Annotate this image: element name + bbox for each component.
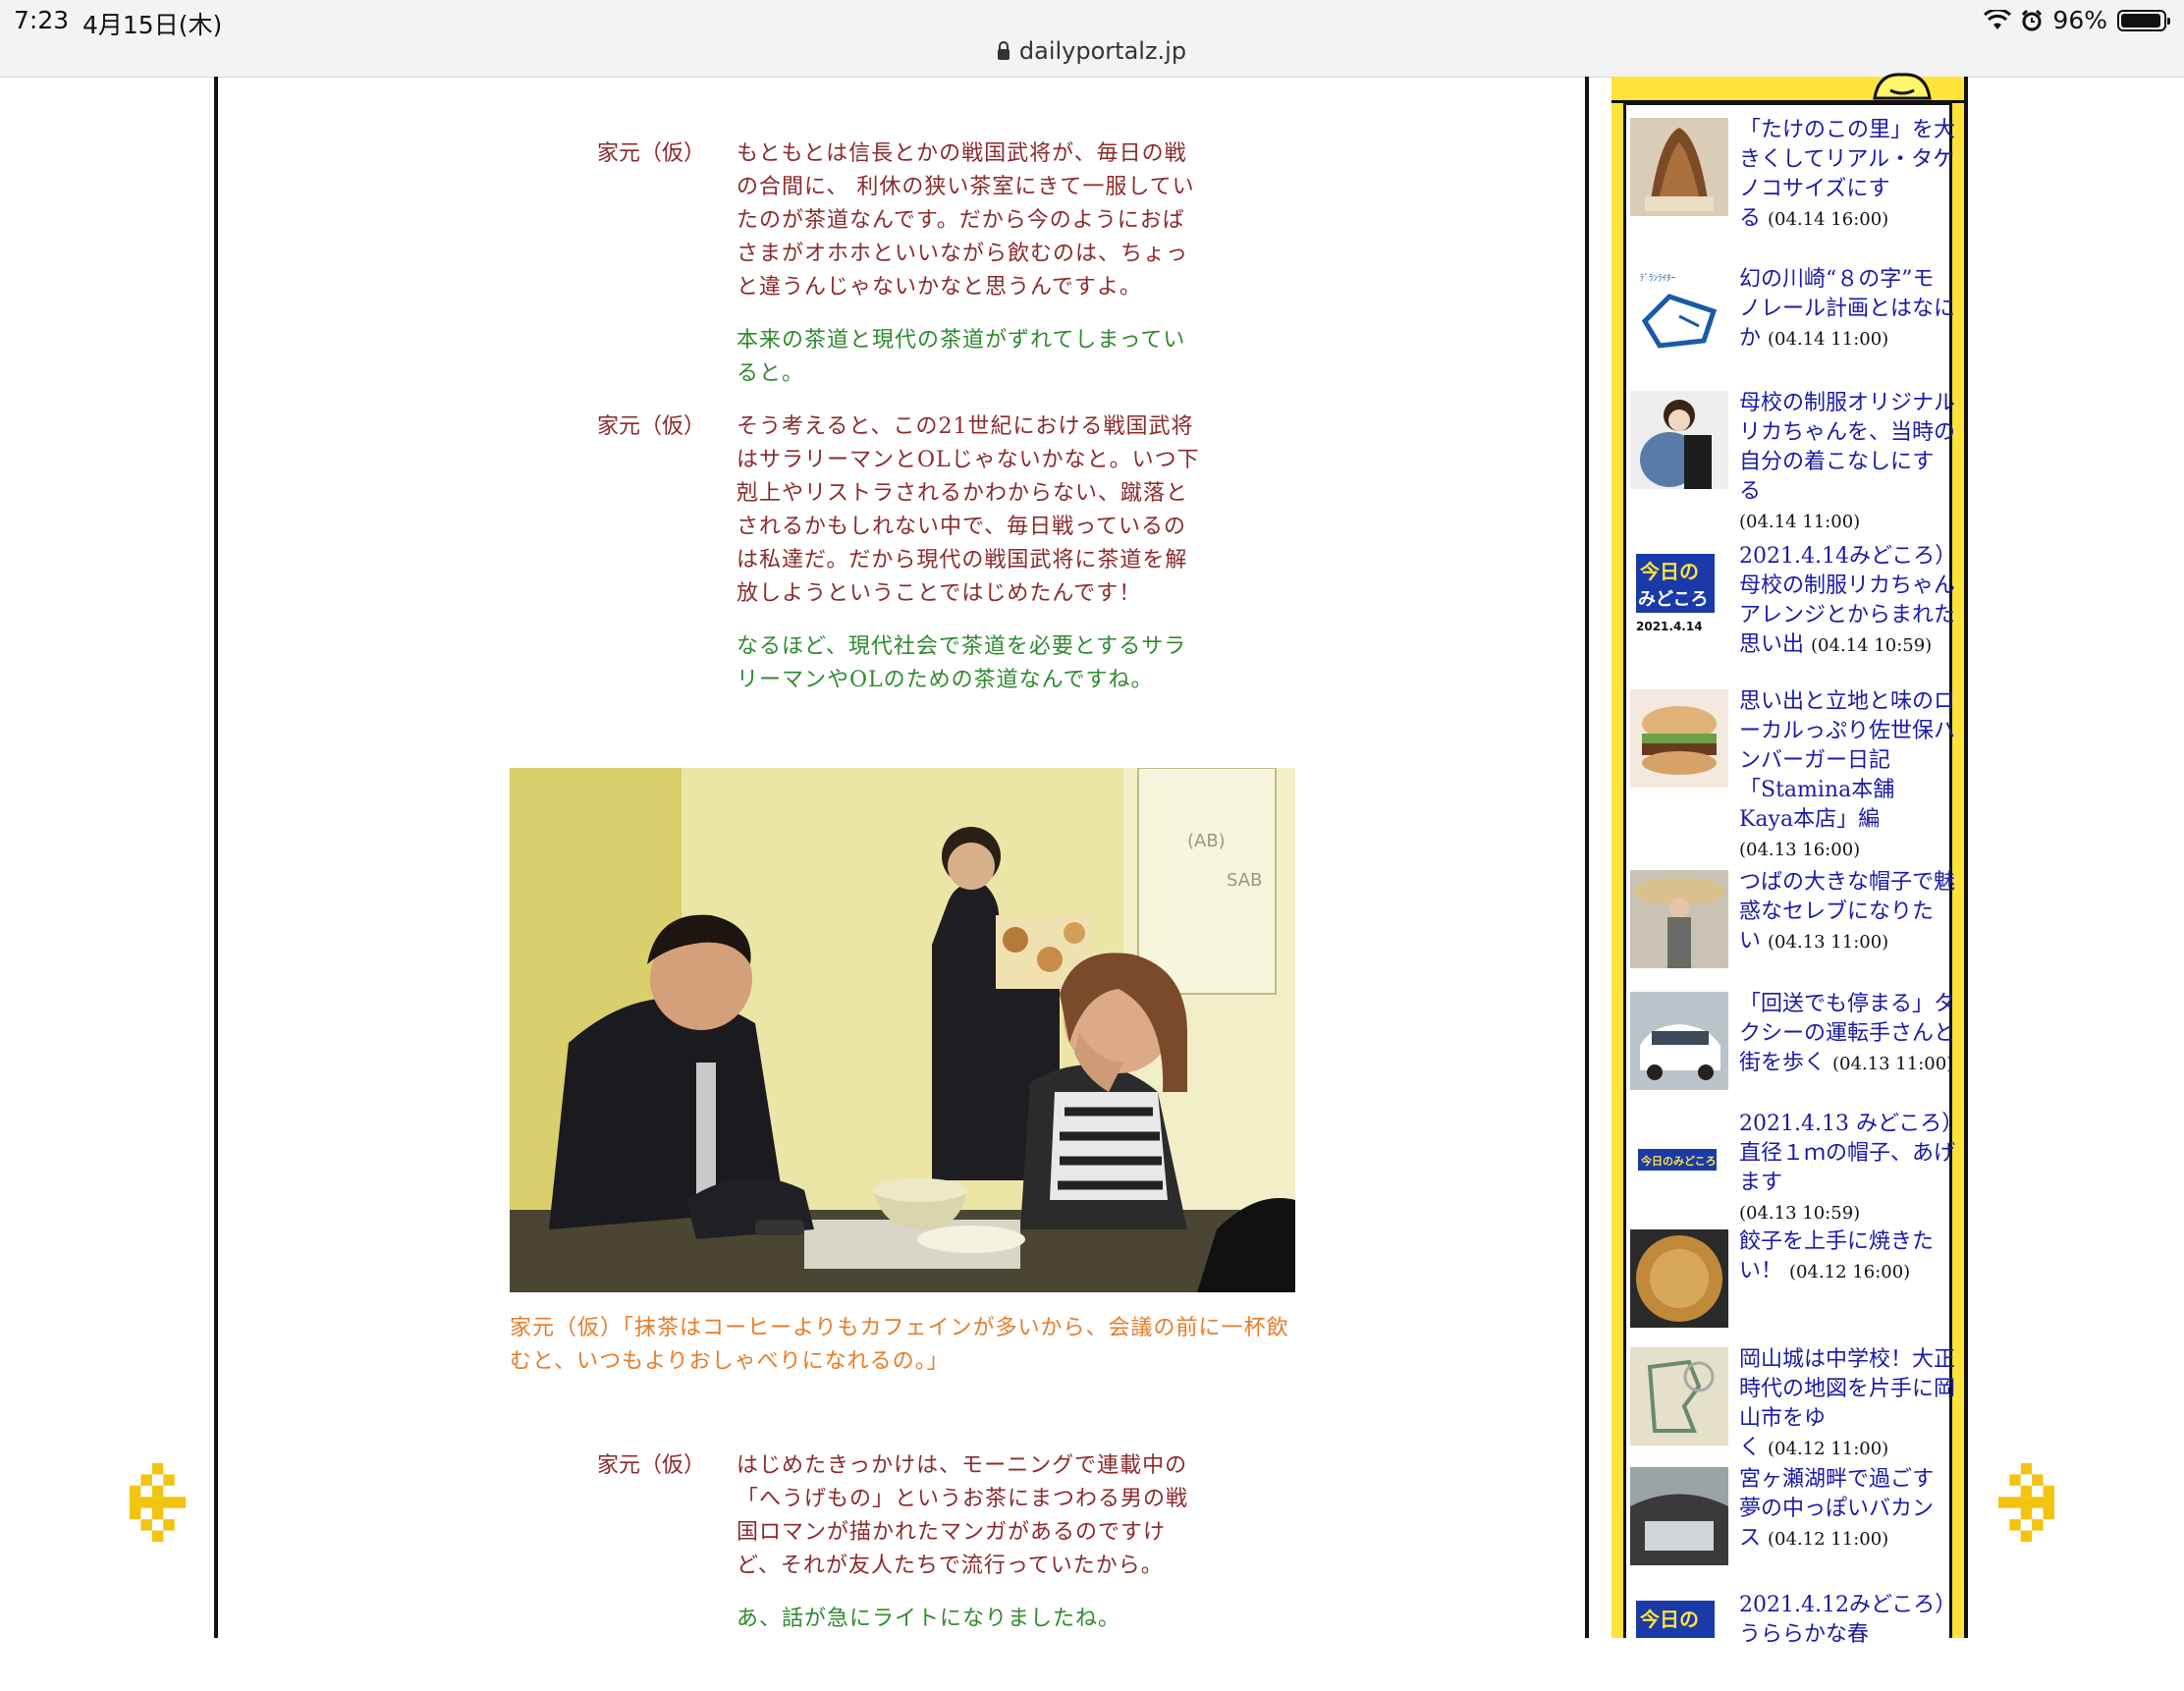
url-text: dailyportalz.jp (1018, 37, 1187, 65)
sidebar-item-title: 2021.4.12みどころ）うららかな春 (1739, 1593, 1946, 1647)
thumbnail-hat (1630, 870, 1728, 968)
alarm-icon (2022, 9, 2043, 30)
today-date: 2021.4.14 (1636, 620, 1703, 633)
thumbnail-takenoko (1630, 118, 1728, 216)
sidebar-item-date: (04.13 11:00) (1768, 932, 1889, 953)
dialog-block-2: 家元（仮） そう考えると、この21世紀における戦国武将はサラリーマンとOLじゃな… (597, 410, 1206, 611)
speech-text: もともとは信長とかの戦国武将が、毎日の戦の合間に、 利休の狭い茶室にきて一服して… (737, 141, 1195, 300)
sidebar-item-date: (04.12 11:00) (1768, 1439, 1889, 1459)
battery-icon (2117, 9, 2170, 31)
reply-block-2: なるほど、現代社会で茶道を必要とするサラリーマンやOLのための茶道なんですね。 (597, 630, 1206, 697)
reply-block-1: 本来の茶道と現代の茶道がずれてしまっていると。 (597, 324, 1206, 391)
reply-text: あ、話が急にライトになりましたね。 (737, 1607, 1121, 1631)
battery-percent: 96% (2052, 6, 2107, 34)
today-a-2: 今日の (1640, 1608, 1699, 1631)
sidebar-item-date: (04.14 10:59) (1811, 635, 1933, 656)
speech-text: そう考えると、この21世紀における戦国武将はサラリーマンとOLじゃないかなと。い… (737, 414, 1200, 606)
sidebar-item-date: (04.13 10:59) (1739, 1203, 1861, 1224)
sidebar-item-date: (04.13 11:00) (1832, 1054, 1954, 1074)
sidebar-item-title: 思い出と立地と味のローカルっぷり佐世保ハンバーガー日記「Stamina本舗 Ka… (1739, 689, 1956, 832)
thumbnail-monorail: ﾃﾞﾗﾝﾗｲﾀｰ (1630, 267, 1728, 365)
thumbnail-today-highlights-3: 今日の (1630, 1593, 1728, 1691)
sidebar-item-date: (04.14 16:00) (1768, 209, 1889, 230)
mascot-icon (1873, 73, 1932, 100)
thumbnail-monorail-label: ﾃﾞﾗﾝﾗｲﾀｰ (1640, 273, 1676, 284)
status-time: 7:23 (14, 6, 70, 34)
next-page-arrow-icon[interactable] (1974, 1463, 2056, 1542)
reply-block-3: あ、話が急にライトになりましたね。 (597, 1603, 1206, 1636)
thumbnail-taxi (1630, 992, 1728, 1090)
sidebar-item-date: (04.12 11:00) (1768, 1529, 1889, 1550)
sidebar-item-title: 母校の制服オリジナルリカちゃんを、当時の自分の着こなしにする (1739, 391, 1956, 504)
thumbnail-okayama-map (1630, 1347, 1728, 1446)
speaker-label: 家元（仮） (597, 414, 706, 439)
reply-text: 本来の茶道と現代の茶道がずれてしまっていると。 (737, 328, 1186, 386)
today-a: 今日の (1640, 560, 1699, 583)
speaker-label: 家元（仮） (597, 141, 706, 166)
speaker-label: 家元（仮） (597, 1453, 706, 1478)
photo-caption: 家元（仮）「抹茶はコーヒーよりもカフェインが多いから、会議の前に一杯飲むと、いつ… (510, 1316, 1289, 1374)
status-indicators: 96% (1984, 6, 2170, 34)
dialog-block-3: 家元（仮） はじめたきっかけは、モーニングで連載中の「へうげもの」というお茶にま… (597, 1449, 1206, 1583)
thumbnail-hamburger (1630, 689, 1728, 788)
address-bar[interactable]: dailyportalz.jp (0, 37, 2184, 65)
sidebar-item-title: 2021.4.13 みどころ）直径１ｍの帽子、あげます (1739, 1112, 1956, 1195)
photo-sign-b: SAB (1227, 870, 1262, 891)
thumbnail-miyagase (1630, 1467, 1728, 1565)
speech-text: はじめたきっかけは、モーニングで連載中の「へうげもの」というお茶にまつわる男の戦… (737, 1453, 1189, 1578)
status-date: 4月15日(木) (82, 11, 223, 39)
prev-page-arrow-icon[interactable] (128, 1463, 210, 1542)
page-border-left (214, 77, 218, 1638)
lock-icon (997, 41, 1010, 60)
today-b: みどころ (1638, 589, 1708, 610)
page-border-right (1964, 77, 1968, 1638)
status-bar: 7:23 4月15日(木) 96% dailyportalz.jp (0, 0, 2184, 78)
thumbnail-licca-doll (1630, 391, 1728, 489)
page-border-middle (1585, 77, 1589, 1638)
photo-sign-a: (AB) (1187, 831, 1226, 851)
sidebar-item-date: (04.12 16:00) (1789, 1262, 1911, 1282)
thumbnail-today-highlights-small: 今日のみどころ (1630, 1112, 1728, 1210)
today-small: 今日のみどころ (1640, 1154, 1717, 1168)
reply-text: なるほど、現代社会で茶道を必要とするサラリーマンやOLのための茶道なんですね。 (737, 634, 1187, 692)
wifi-icon (1984, 9, 2012, 29)
thumbnail-gyoza (1630, 1229, 1728, 1328)
thumbnail-today-highlights: 今日の みどころ 2021.4.14 (1630, 544, 1728, 642)
dialog-block-1: 家元（仮） もともとは信長とかの戦国武将が、毎日の戦の合間に、 利休の狭い茶室に… (597, 137, 1206, 304)
sidebar-item-date: (04.14 11:00) (1739, 512, 1861, 532)
article-photo: (AB) SAB (510, 768, 1295, 1292)
sidebar-item-date: (04.13 16:00) (1739, 840, 1861, 860)
sidebar-item-date: (04.14 11:00) (1768, 329, 1889, 350)
